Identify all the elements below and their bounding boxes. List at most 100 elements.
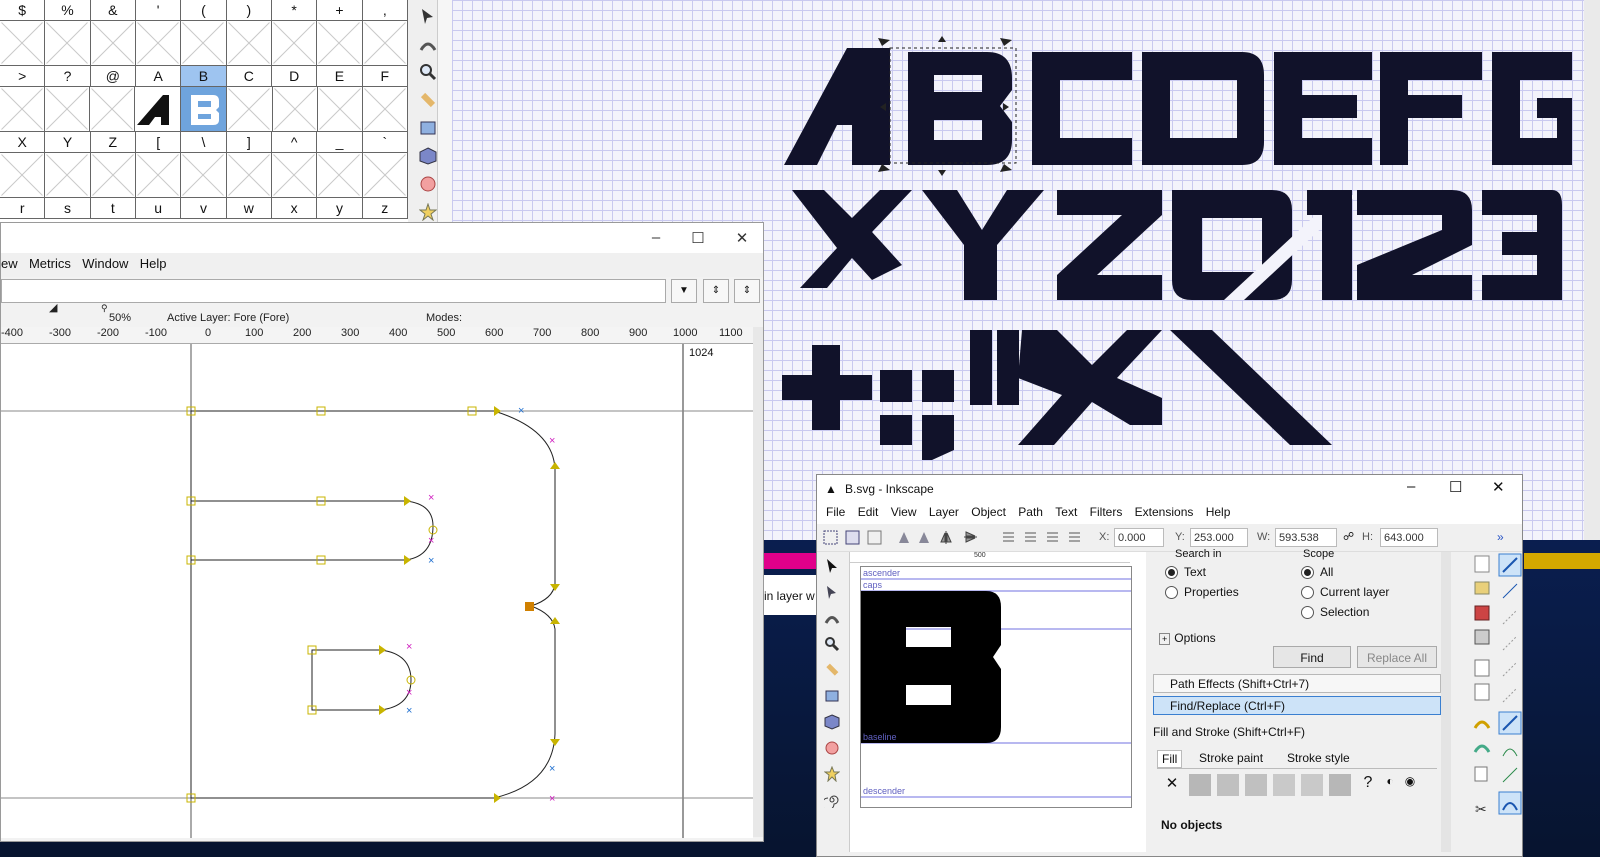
glyph-cell-empty[interactable] — [362, 153, 408, 198]
glyph-cell-empty[interactable] — [271, 153, 318, 198]
glyph-cell-empty[interactable] — [272, 87, 318, 132]
select-all-icon[interactable] — [823, 530, 838, 545]
rectangle-tool-icon[interactable] — [820, 684, 844, 708]
glyph-cell-label[interactable]: @ — [90, 66, 136, 87]
flip-horizontal-icon[interactable] — [939, 530, 954, 545]
flat-color-icon[interactable] — [1189, 774, 1211, 796]
glyph-cell-label[interactable]: ' — [135, 0, 182, 21]
glyph-cell-label[interactable]: ( — [181, 0, 227, 21]
close-icon[interactable]: ✕ — [727, 229, 757, 247]
maximize-icon[interactable]: ☐ — [1449, 478, 1462, 496]
tweak-tool-icon[interactable] — [820, 606, 844, 630]
glyph-cell-label-selected[interactable]: B — [181, 66, 227, 87]
lower-to-bottom-icon[interactable] — [1067, 530, 1082, 545]
glyph-cell-empty[interactable] — [181, 21, 227, 66]
menu-view[interactable]: View — [882, 502, 917, 519]
glyph-cell-empty[interactable] — [362, 87, 408, 132]
glyph-cell-label[interactable]: & — [90, 0, 136, 21]
menu-path[interactable]: Path — [1009, 502, 1043, 519]
menu-help[interactable]: Help — [140, 253, 175, 271]
swatch-icon[interactable] — [1329, 774, 1351, 796]
glyph-cell-label[interactable]: , — [362, 0, 408, 21]
glyph-cell-empty[interactable] — [317, 87, 363, 132]
fill-rule-evenodd-icon[interactable]: ◐ — [1379, 774, 1401, 796]
glyph-cell-empty[interactable] — [45, 153, 91, 198]
glyph-cell-label[interactable]: x — [271, 198, 318, 219]
glyph-cell-empty[interactable] — [226, 21, 272, 66]
star-tool-icon[interactable] — [820, 762, 844, 786]
h-input[interactable]: 643.000 — [1380, 528, 1438, 547]
glyph-cell-label[interactable]: _ — [317, 132, 363, 153]
tab-stroke-style[interactable]: Stroke style — [1287, 751, 1350, 765]
tab-stroke-paint[interactable]: Stroke paint — [1199, 751, 1263, 765]
menu-filters[interactable]: Filters — [1081, 502, 1123, 519]
menu-view[interactable]: ew — [1, 253, 26, 271]
glyph-cell-label[interactable]: s — [45, 198, 91, 219]
glyph-cell-empty[interactable] — [181, 153, 227, 198]
glyph-cell-label[interactable]: ] — [226, 132, 272, 153]
radio-properties[interactable]: Properties — [1165, 585, 1239, 600]
glyph-cell-label[interactable]: t — [90, 198, 136, 219]
node-tool-icon[interactable] — [820, 580, 844, 604]
glyph-cell-empty[interactable] — [90, 153, 136, 198]
glyph-cell-empty[interactable] — [135, 153, 182, 198]
fill-rule-nonzero-icon[interactable]: ◉ — [1399, 774, 1421, 796]
spiral-tool-icon[interactable] — [820, 788, 844, 812]
glyph-edit-canvas[interactable]: 1024 × × × × × × × × × × — [1, 344, 753, 838]
zoom-tool-icon[interactable] — [820, 632, 844, 656]
glyph-cell-empty[interactable] — [271, 21, 318, 66]
glyph-cell-empty[interactable] — [0, 153, 46, 198]
glyph-cell-label[interactable]: w — [226, 198, 272, 219]
glyph-cell-label[interactable]: % — [45, 0, 91, 21]
menu-file[interactable]: File — [817, 502, 845, 519]
rotate-cw-icon[interactable] — [917, 530, 932, 545]
glyph-cell-empty[interactable] — [227, 87, 273, 132]
glyph-cell-empty[interactable] — [362, 21, 408, 66]
glyph-cell-label[interactable]: Z — [90, 132, 136, 153]
close-icon[interactable]: ✕ — [1492, 478, 1505, 496]
glyph-name-input[interactable] — [1, 279, 666, 303]
menu-help[interactable]: Help — [1197, 502, 1231, 519]
glyph-cell-empty[interactable] — [226, 153, 272, 198]
glyph-cell-empty[interactable] — [135, 21, 182, 66]
menu-text[interactable]: Text — [1046, 502, 1077, 519]
x-input[interactable]: 0.000 — [1114, 528, 1164, 547]
glyph-cell-label[interactable]: y — [317, 198, 363, 219]
glyph-cell-label[interactable]: ) — [226, 0, 272, 21]
menu-window[interactable]: Window — [82, 253, 136, 271]
glyph-cell-label[interactable]: ? — [45, 66, 91, 87]
glyph-cell-label[interactable]: v — [181, 198, 227, 219]
menu-extensions[interactable]: Extensions — [1126, 502, 1194, 519]
glyph-cell-label[interactable]: Y — [45, 132, 91, 153]
measure-tool-icon[interactable] — [820, 658, 844, 682]
glyph-cell-label[interactable]: u — [135, 198, 182, 219]
glyph-cell-empty[interactable] — [0, 87, 46, 132]
prev-next-button-2[interactable]: ⇕ — [734, 279, 760, 303]
minimize-icon[interactable]: – — [1407, 478, 1415, 495]
menu-object[interactable]: Object — [962, 502, 1006, 519]
overflow-chevron-icon[interactable]: » — [1497, 530, 1504, 544]
glyph-table[interactable]: $ % & ' ( ) * + , > ? @ A B C D E F X Y … — [0, 0, 408, 222]
radio-selection[interactable]: Selection — [1301, 605, 1369, 620]
glyph-cell-A[interactable] — [135, 87, 182, 132]
dock-find-replace[interactable]: Find/Replace (Ctrl+F) — [1153, 696, 1441, 715]
glyph-cell-label[interactable]: ` — [362, 132, 408, 153]
maximize-icon[interactable]: ☐ — [683, 229, 713, 247]
glyph-cell-empty[interactable] — [45, 87, 91, 132]
deselect-icon[interactable] — [867, 530, 882, 545]
menu-edit[interactable]: Edit — [849, 502, 879, 519]
raise-to-top-icon[interactable] — [1001, 530, 1016, 545]
menu-layer[interactable]: Layer — [920, 502, 959, 519]
options-expander[interactable]: + Options — [1159, 631, 1216, 645]
menu-metrics[interactable]: Metrics — [29, 253, 79, 271]
glyph-cell-empty[interactable] — [90, 87, 136, 132]
no-paint-icon[interactable]: ✕ — [1161, 774, 1183, 796]
mesh-gradient-icon[interactable] — [1273, 774, 1295, 796]
glyph-cell-label[interactable]: r — [0, 198, 46, 219]
glyph-cell-label[interactable]: A — [135, 66, 182, 87]
unset-paint-icon[interactable]: ? — [1357, 774, 1379, 796]
glyph-cell-label[interactable]: ^ — [271, 132, 318, 153]
select-all-layers-icon[interactable] — [845, 530, 860, 545]
glyph-cell-label[interactable]: * — [271, 0, 318, 21]
vertical-scrollbar[interactable] — [753, 327, 763, 837]
